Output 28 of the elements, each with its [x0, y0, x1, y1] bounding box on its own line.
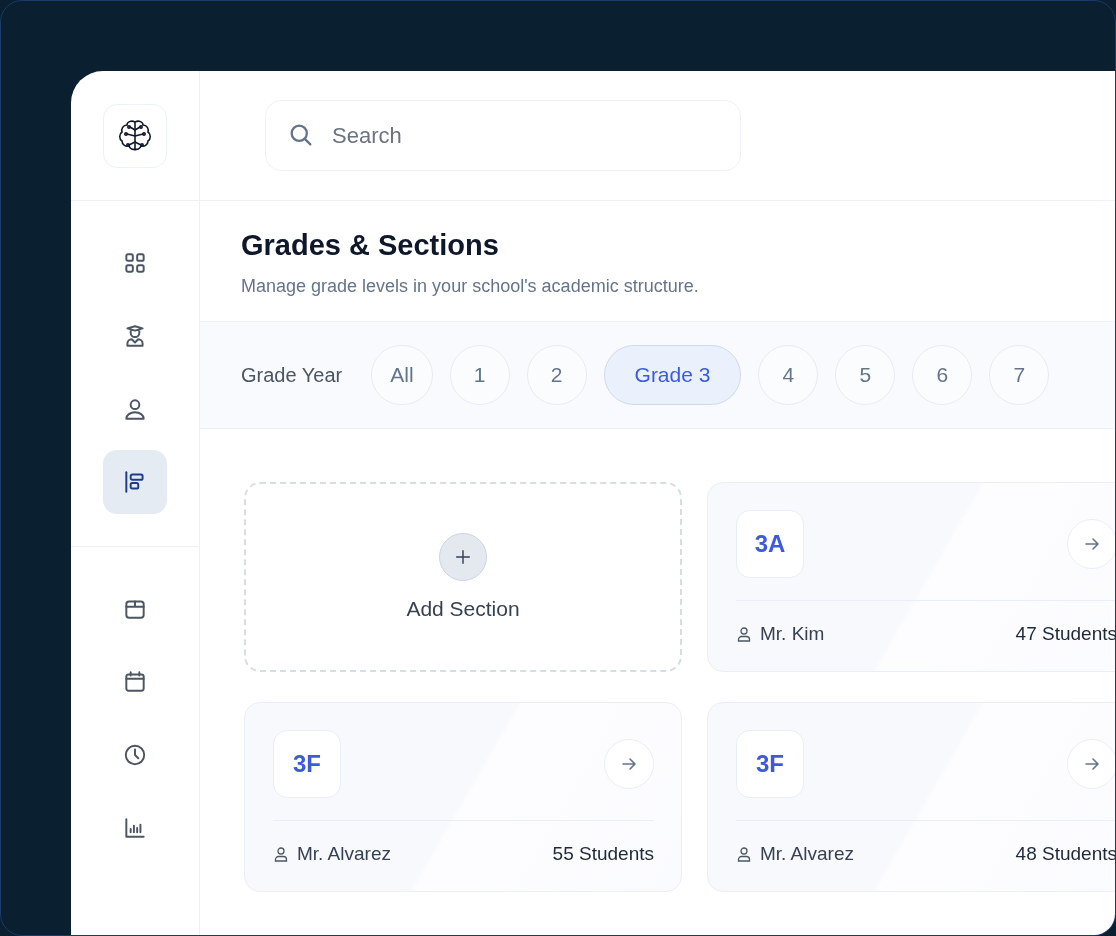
teacher-name: Mr. Alvarez — [760, 843, 854, 865]
sections-icon[interactable] — [103, 450, 167, 514]
grade-chip[interactable]: 1 — [449, 345, 510, 405]
person-icon — [273, 846, 289, 862]
page-subtitle: Manage grade levels in your school's academic structure. — [241, 276, 700, 297]
person-icon — [736, 846, 752, 862]
section-code: 3F — [736, 730, 804, 798]
add-section-card[interactable]: Add Section — [244, 482, 682, 672]
section-code: 3A — [736, 510, 804, 578]
teacher-name: Mr. Kim — [760, 623, 825, 645]
person-icon — [736, 626, 752, 642]
section-code: 3F — [273, 730, 341, 798]
teacher-name: Mr. Alvarez — [297, 843, 391, 865]
add-section-label: Add Section — [406, 597, 520, 621]
grade-chip[interactable]: All — [371, 345, 433, 405]
grade-chip[interactable]: 6 — [912, 345, 973, 405]
grade-chip[interactable]: 5 — [835, 345, 896, 405]
grade-chip[interactable]: 2 — [526, 345, 587, 405]
section-card[interactable]: 3F Mr. Alvarez 55 Students — [244, 702, 682, 892]
brain-logo-icon — [103, 104, 167, 168]
page-title: Grades & Sections — [241, 229, 500, 262]
filter-label: Grade Year — [241, 363, 343, 387]
grade-chip[interactable]: 4 — [758, 345, 819, 405]
grade-chip[interactable]: Grade 3 — [603, 345, 742, 405]
plus-icon — [439, 533, 487, 581]
grade-chip[interactable]: 7 — [989, 345, 1050, 405]
student-count: 55 Students — [552, 843, 654, 865]
search-field[interactable]: Search — [265, 100, 741, 171]
